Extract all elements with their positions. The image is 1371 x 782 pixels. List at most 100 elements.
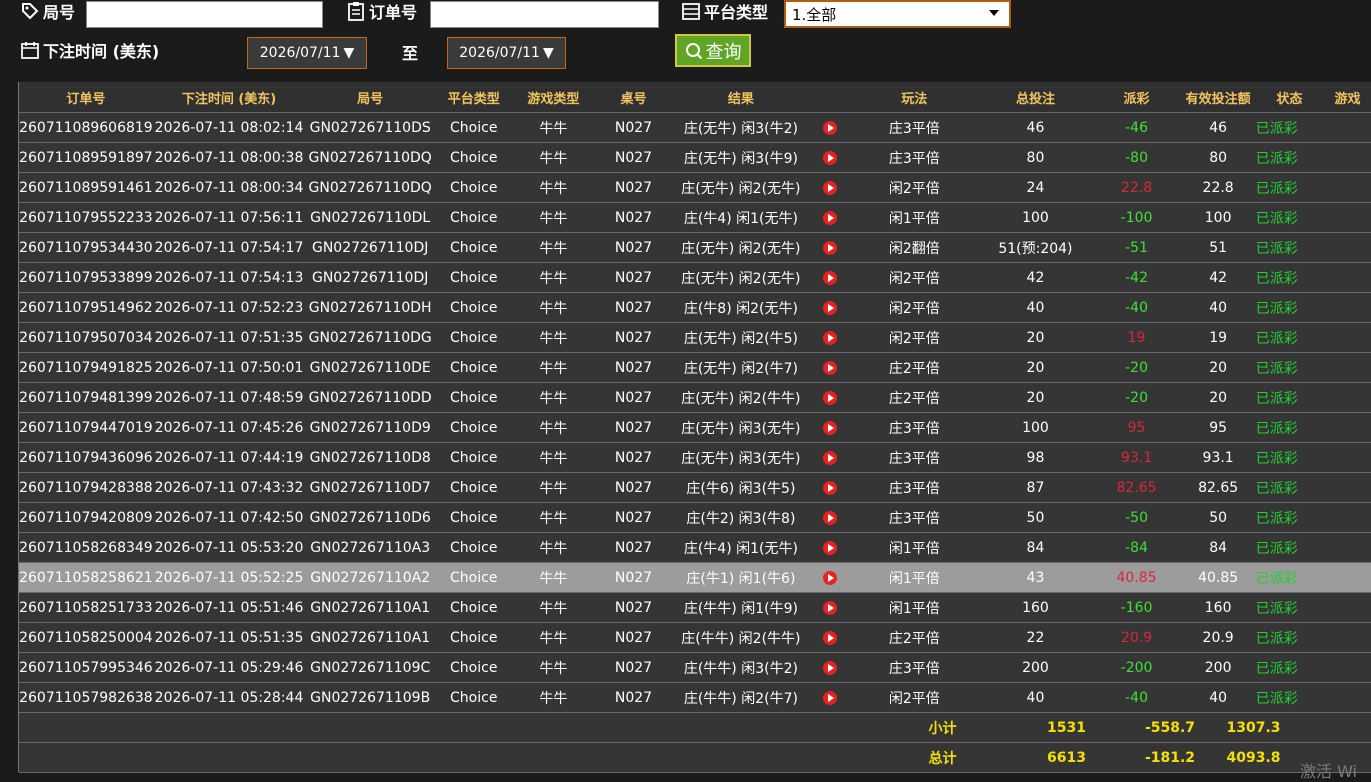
table-cell: 43 bbox=[1026, 569, 1045, 586]
table-cell: 20 bbox=[1026, 329, 1045, 346]
play-replay-icon[interactable] bbox=[809, 563, 850, 592]
table-cell: 260711057995346 bbox=[19, 659, 153, 676]
table-row[interactable]: 260711058250004 2026-07-11 05:51:35 GN0272… bbox=[19, 623, 1371, 653]
table-cell: 闲1平倍 bbox=[888, 600, 940, 617]
play-icon[interactable] bbox=[822, 510, 837, 525]
play-replay-icon[interactable] bbox=[809, 473, 850, 502]
play-replay-icon[interactable] bbox=[809, 413, 850, 442]
date-from-picker[interactable]: 2026/07/11 ▼ bbox=[247, 37, 367, 69]
table-row[interactable]: 260711057982638 2026-07-11 05:28:44 GN0272… bbox=[19, 683, 1371, 713]
play-icon[interactable] bbox=[822, 270, 837, 285]
table-cell: 已派彩 bbox=[1255, 630, 1298, 647]
table-cell: 50 bbox=[1026, 509, 1045, 526]
table-cell: 庄3平倍 bbox=[888, 420, 940, 437]
grandtotal-total-bet: 6613 bbox=[1047, 749, 1086, 766]
play-replay-icon[interactable] bbox=[809, 203, 850, 232]
table-cell: 82.65 bbox=[1198, 479, 1239, 496]
table-row[interactable]: 260711079534430 2026-07-11 07:54:17 GN0272… bbox=[19, 233, 1371, 263]
play-replay-icon[interactable] bbox=[809, 533, 850, 562]
table-cell: 260711057982638 bbox=[19, 689, 153, 706]
table-row[interactable]: 260711057995346 2026-07-11 05:29:46 GN0272… bbox=[19, 653, 1371, 683]
play-icon[interactable] bbox=[822, 420, 837, 435]
play-icon[interactable] bbox=[822, 300, 837, 315]
table-cell: 庄(无牛) 闲2(牛牛) bbox=[681, 390, 801, 407]
table-row[interactable]: 260711079420809 2026-07-11 07:42:50 GN0272… bbox=[19, 503, 1371, 533]
query-button-label: 查询 bbox=[705, 41, 742, 63]
play-icon[interactable] bbox=[822, 240, 837, 255]
table-row[interactable]: 260711079514962 2026-07-11 07:52:23 GN0272… bbox=[19, 293, 1371, 323]
table-cell: GN027267110DE bbox=[309, 359, 431, 376]
play-icon[interactable] bbox=[822, 540, 837, 555]
play-replay-icon[interactable] bbox=[809, 233, 850, 262]
play-replay-icon[interactable] bbox=[809, 323, 850, 352]
table-cell bbox=[1323, 263, 1371, 292]
play-replay-icon[interactable] bbox=[809, 683, 850, 712]
column-header: 派彩 bbox=[1123, 91, 1150, 107]
platform-select[interactable]: 1.全部 bbox=[784, 0, 1011, 28]
table-row[interactable]: 260711058251733 2026-07-11 05:51:46 GN0272… bbox=[19, 593, 1371, 623]
play-icon[interactable] bbox=[822, 630, 837, 645]
table-cell: 2026-07-11 05:53:20 bbox=[154, 539, 304, 556]
play-icon[interactable] bbox=[822, 330, 837, 345]
table-row[interactable]: 260711079447019 2026-07-11 07:45:26 GN0272… bbox=[19, 413, 1371, 443]
query-button[interactable]: 查询 bbox=[675, 34, 751, 67]
table-cell: 闲2翻倍 bbox=[888, 240, 940, 257]
play-icon[interactable] bbox=[822, 450, 837, 465]
play-icon[interactable] bbox=[822, 360, 837, 375]
table-row[interactable]: 260711079533899 2026-07-11 07:54:13 GN0272… bbox=[19, 263, 1371, 293]
play-replay-icon[interactable] bbox=[809, 173, 850, 202]
table-cell: 42 bbox=[1026, 269, 1045, 286]
play-replay-icon[interactable] bbox=[809, 353, 850, 382]
table-row[interactable]: 260711079491825 2026-07-11 07:50:01 GN0272… bbox=[19, 353, 1371, 383]
table-cell bbox=[1323, 593, 1371, 622]
table-cell: 260711079552233 bbox=[19, 209, 153, 226]
play-replay-icon[interactable] bbox=[809, 113, 850, 142]
play-icon[interactable] bbox=[822, 600, 837, 615]
play-replay-icon[interactable] bbox=[809, 503, 850, 532]
table-cell: 牛牛 bbox=[539, 450, 568, 467]
table-row[interactable]: 260711058268349 2026-07-11 05:53:20 GN0272… bbox=[19, 533, 1371, 563]
table-cell: N027 bbox=[614, 269, 653, 286]
table-row[interactable]: 260711089591897 2026-07-11 08:00:38 GN0272… bbox=[19, 143, 1371, 173]
play-icon[interactable] bbox=[822, 570, 837, 585]
order-input[interactable] bbox=[430, 1, 659, 28]
play-icon[interactable] bbox=[822, 180, 837, 195]
play-replay-icon[interactable] bbox=[809, 143, 850, 172]
table-cell: GN027267110DD bbox=[308, 389, 432, 406]
table-cell: 19 bbox=[1209, 329, 1228, 346]
table-cell: 庄3平倍 bbox=[888, 450, 940, 467]
date-to-picker[interactable]: 2026/07/11 ▼ bbox=[447, 37, 566, 69]
table-row[interactable]: 260711079436096 2026-07-11 07:44:19 GN0272… bbox=[19, 443, 1371, 473]
table-cell: 93.1 bbox=[1202, 449, 1234, 466]
table-row[interactable]: 260711079507034 2026-07-11 07:51:35 GN0272… bbox=[19, 323, 1371, 353]
play-icon[interactable] bbox=[822, 150, 837, 165]
play-replay-icon[interactable] bbox=[809, 263, 850, 292]
table-row[interactable]: 260711089606819 2026-07-11 08:02:14 GN0272… bbox=[19, 113, 1371, 143]
play-replay-icon[interactable] bbox=[809, 623, 850, 652]
play-replay-icon[interactable] bbox=[809, 383, 850, 412]
play-icon[interactable] bbox=[822, 390, 837, 405]
play-replay-icon[interactable] bbox=[809, 443, 850, 472]
table-cell: 庄(无牛) 闲3(牛9) bbox=[683, 150, 798, 167]
play-icon[interactable] bbox=[822, 120, 837, 135]
table-row[interactable]: 260711079428388 2026-07-11 07:43:32 GN0272… bbox=[19, 473, 1371, 503]
play-icon[interactable] bbox=[822, 210, 837, 225]
table-cell: 闲1平倍 bbox=[888, 540, 940, 557]
play-replay-icon[interactable] bbox=[809, 653, 850, 682]
play-icon[interactable] bbox=[822, 480, 837, 495]
column-header: 有效投注额 bbox=[1185, 91, 1251, 107]
table-cell: 已派彩 bbox=[1255, 450, 1298, 467]
round-input[interactable] bbox=[86, 1, 323, 28]
play-replay-icon[interactable] bbox=[809, 593, 850, 622]
table-row[interactable]: 260711058258621 2026-07-11 05:52:25 GN0272… bbox=[19, 563, 1371, 593]
table-row[interactable]: 260711089591461 2026-07-11 08:00:34 GN0272… bbox=[19, 173, 1371, 203]
tag-icon bbox=[22, 3, 39, 20]
table-row[interactable]: 260711079552233 2026-07-11 07:56:11 GN0272… bbox=[19, 203, 1371, 233]
play-icon[interactable] bbox=[822, 690, 837, 705]
table-cell: 260711089606819 bbox=[19, 119, 153, 136]
calendar-icon bbox=[21, 42, 39, 59]
play-replay-icon[interactable] bbox=[809, 293, 850, 322]
table-row[interactable]: 260711079481399 2026-07-11 07:48:59 GN0272… bbox=[19, 383, 1371, 413]
table-cell: 庄(牛4) 闲1(无牛) bbox=[683, 540, 798, 557]
play-icon[interactable] bbox=[822, 660, 837, 675]
